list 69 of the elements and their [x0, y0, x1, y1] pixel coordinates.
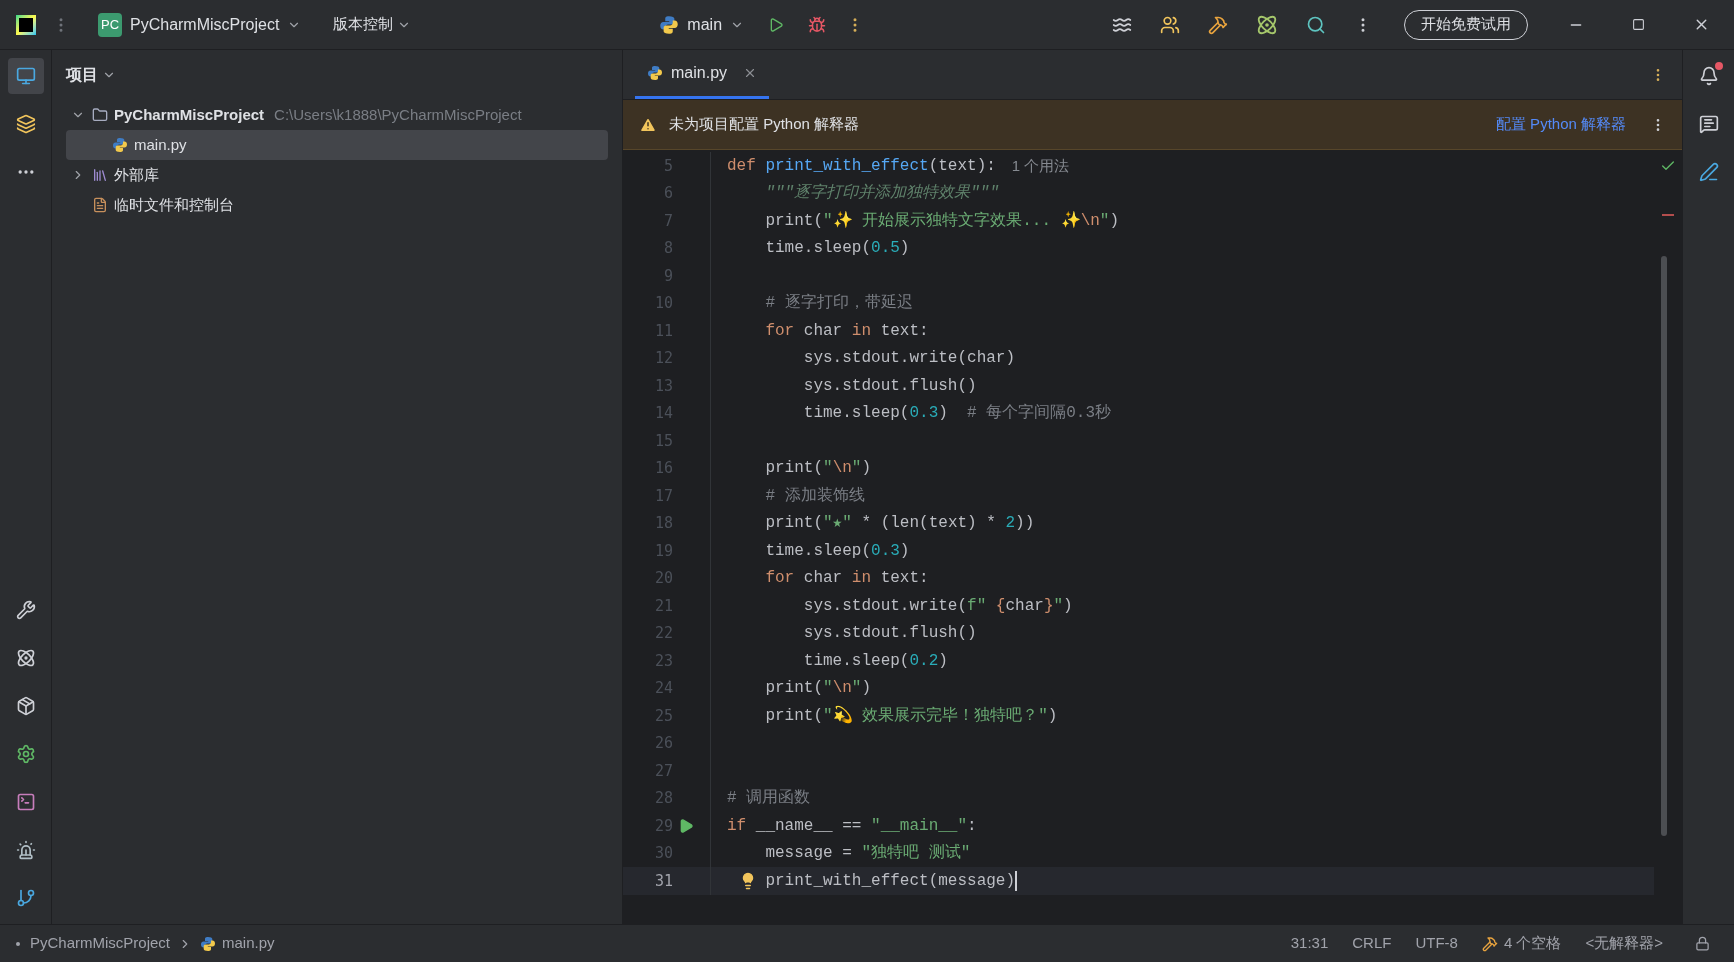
python-file-icon [112, 137, 128, 153]
panel-title[interactable]: 项目 [52, 50, 622, 100]
project-badge: PC [98, 12, 122, 37]
search-icon[interactable] [1306, 14, 1326, 35]
code-line: time.sleep(0.2) [802, 650, 948, 672]
warning-text: 未为项目配置 Python 解释器 [669, 114, 860, 135]
code-line: # 逐字打印，带延迟 [764, 292, 913, 315]
code-line: for char in text: [764, 568, 929, 590]
code-line: time.sleep(0.3) [764, 540, 910, 562]
hammer-icon [1481, 935, 1498, 952]
code-line: sys.stdout.flush() [802, 375, 977, 397]
bug-icon[interactable] [808, 15, 827, 34]
code-line: sys.stdout.flush() [802, 623, 977, 645]
breadcrumb[interactable]: PyCharmMiscProject [16, 932, 171, 955]
users-icon[interactable] [1160, 14, 1180, 35]
hammer-icon[interactable] [1208, 14, 1228, 35]
project-view-icon[interactable] [7, 58, 44, 94]
error-stripe-mark [1662, 214, 1674, 216]
tree-item-label: 外部库 [114, 164, 159, 185]
text-caret [1015, 870, 1018, 891]
line-number: 31 [653, 870, 673, 892]
code-line: print("💫 效果展示完毕！独特吧？") [764, 705, 1058, 727]
python-logo-icon [659, 14, 680, 35]
folder-icon [92, 107, 108, 123]
code-line: """逐字打印并添加独特效果""" [764, 182, 999, 205]
configure-interpreter-link[interactable]: 配置 Python 解释器 [1495, 113, 1626, 136]
code-line: message = "独特吧 测试" [764, 843, 971, 865]
project-selector[interactable]: PC PyCharmMiscProject [90, 8, 310, 41]
code-line: if __name__ == "__main__": [727, 815, 977, 837]
python-file-icon [647, 65, 663, 81]
tree-item-label: 临时文件和控制台 [114, 194, 234, 215]
tree-item[interactable]: 外部库 [66, 160, 608, 190]
code-line: print_with_effect(message) [727, 868, 1018, 893]
code-line: sys.stdout.write(f" {char}") [802, 595, 1073, 617]
breadcrumb[interactable]: main.py [200, 932, 275, 955]
run-config-selector[interactable]: main [659, 12, 745, 37]
tree-item[interactable]: main.py [66, 130, 608, 160]
app-logo-icon [16, 14, 36, 35]
interpreter-status[interactable]: <无解释器> [1577, 932, 1671, 955]
run-gutter-icon[interactable] [678, 817, 694, 834]
code-line: print("✨ 开始展示独特文字效果... ✨\n") [764, 210, 1120, 232]
code-line: print("★" * (len(text) * 2)) [764, 513, 1035, 535]
scrollbar-thumb[interactable] [1661, 256, 1667, 836]
code-line: print("\n") [764, 678, 872, 700]
atom-icon[interactable] [1256, 13, 1278, 36]
scratch-file-icon [92, 197, 108, 213]
maximize-icon[interactable] [1632, 18, 1645, 31]
code-line: for char in text: [764, 320, 929, 342]
code-line: def print_with_effect(text): 1 个用法 [727, 155, 1070, 177]
vcs-menu[interactable]: 版本控制 [333, 13, 412, 36]
code-line: time.sleep(0.3) # 每个字间隔0.3秒 [802, 402, 1112, 425]
indent-setting[interactable]: 4 个空格 [1473, 932, 1570, 955]
code-line: # 添加装饰线 [764, 485, 865, 507]
code-line: print("\n") [764, 458, 872, 480]
tree-item[interactable]: 临时文件和控制台 [66, 190, 608, 220]
caret-position[interactable]: 31:31 [1282, 932, 1337, 955]
library-icon [92, 167, 108, 183]
code-line: sys.stdout.write(char) [802, 348, 1016, 370]
tree-item[interactable]: PyCharmMiscProject C:\Users\k1888\PyCharmMiscProject [66, 100, 608, 130]
run-icon[interactable] [768, 16, 785, 33]
tree-item-label: main.py [134, 134, 187, 155]
python-file-icon [200, 935, 217, 952]
lock-icon[interactable] [1695, 936, 1710, 951]
code-line: # 调用函数 [727, 788, 811, 810]
file-encoding[interactable]: UTF-8 [1407, 932, 1466, 955]
code-line: time.sleep(0.5) [764, 238, 910, 260]
line-ending[interactable]: CRLF [1344, 932, 1400, 955]
tree-item-label: PyCharmMiscProject [114, 104, 265, 125]
project-path: C:\Users\k1888\PyCharmMiscProject [274, 104, 522, 125]
